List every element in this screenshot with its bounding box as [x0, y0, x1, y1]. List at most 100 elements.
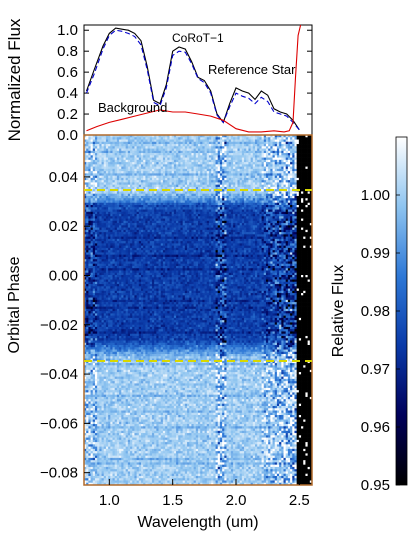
heatmap-cell	[116, 211, 120, 215]
heatmap-cell	[200, 229, 203, 233]
heatmap-cell	[99, 234, 102, 237]
heatmap-cell	[235, 214, 238, 217]
heatmap-cell	[105, 189, 109, 192]
heatmap-cell	[119, 236, 122, 240]
heatmap-cell	[211, 218, 214, 222]
heatmap-cell	[241, 202, 245, 206]
heatmap-cell	[276, 200, 280, 204]
heatmap-cell	[145, 198, 148, 201]
heatmap-cell	[180, 193, 183, 197]
heatmap-cell	[147, 180, 151, 183]
heatmap-cell	[86, 171, 89, 174]
heatmap-cell	[92, 211, 96, 215]
heatmap-cell	[235, 193, 238, 197]
heatmap-cell	[145, 137, 148, 140]
heatmap-cell	[151, 234, 155, 237]
heatmap-cell	[114, 211, 118, 215]
heatmap-cell	[92, 227, 96, 231]
heatmap-cell	[250, 229, 254, 233]
heatmap-cell	[195, 150, 199, 154]
heatmap-cell	[127, 164, 131, 167]
heatmap-cell	[233, 146, 236, 149]
heatmap-cell	[261, 186, 265, 190]
heatmap-cell	[250, 198, 254, 201]
heatmap-cell	[88, 236, 91, 240]
heatmap-cell	[241, 164, 245, 167]
heatmap-cell	[138, 209, 142, 213]
heatmap-cell	[230, 162, 234, 165]
heatmap-cell	[88, 141, 91, 145]
heatmap-cell	[255, 209, 258, 213]
heatmap-cell	[257, 191, 260, 195]
heatmap-cell	[246, 209, 249, 213]
heatmap-cell	[279, 157, 282, 161]
heatmap-cell	[250, 137, 254, 140]
heatmap-cell	[235, 211, 238, 215]
heatmap-cell	[290, 157, 293, 161]
heatmap-cell	[191, 184, 194, 188]
heatmap-cell	[208, 173, 212, 176]
heatmap-cell	[301, 191, 304, 195]
heatmap-cell	[169, 218, 173, 222]
heatmap-cell	[283, 155, 287, 158]
heatmap-cell	[162, 180, 166, 183]
heatmap-cell	[101, 223, 105, 226]
heatmap-cell	[255, 180, 258, 183]
heatmap-cell	[296, 191, 300, 195]
heatmap-cell	[94, 168, 98, 172]
heatmap-cell	[189, 195, 192, 199]
heatmap-cell	[303, 159, 306, 163]
heatmap-cell	[105, 216, 109, 219]
heatmap-cell	[147, 234, 151, 237]
heatmap-cell	[99, 200, 102, 204]
heatmap-cell	[127, 232, 131, 235]
heatmap-cell	[235, 207, 238, 210]
heatmap-cell	[226, 173, 230, 176]
heatmap-cell	[290, 175, 293, 179]
heatmap-cell	[296, 216, 300, 219]
heatmap-cell	[176, 202, 179, 206]
heatmap-cell	[237, 214, 240, 217]
heatmap-cell	[294, 168, 297, 172]
heatmap-cell	[283, 214, 287, 217]
heatmap-cell	[215, 191, 219, 195]
heatmap-cell	[165, 216, 168, 219]
heatmap-cell	[169, 207, 173, 210]
heatmap-cell	[187, 218, 190, 222]
heatmap-cell	[219, 220, 223, 224]
heatmap-cell	[283, 146, 287, 149]
heatmap-cell	[138, 238, 142, 242]
heatmap-cell	[244, 223, 247, 226]
heatmap-cell	[244, 220, 247, 224]
heatmap-cell	[123, 157, 126, 161]
heatmap-cell	[162, 207, 166, 210]
heatmap-cell	[230, 236, 234, 240]
heatmap-cell	[226, 236, 230, 240]
heatmap-cell	[217, 171, 221, 174]
heatmap-cell	[235, 218, 238, 222]
heatmap-cell	[198, 205, 201, 208]
heatmap-cell	[187, 216, 190, 219]
heatmap-cell	[101, 200, 105, 204]
heatmap-cell	[298, 153, 302, 156]
heatmap-cell	[112, 157, 116, 161]
heatmap-cell	[211, 168, 214, 172]
heatmap-cell	[268, 175, 271, 179]
heatmap-cell	[198, 155, 201, 158]
label-corot: CoRoT−1	[172, 31, 224, 45]
heatmap-cell	[274, 202, 278, 206]
heatmap-cell	[103, 164, 107, 167]
heatmap-cell	[276, 207, 280, 210]
heatmap-cell	[204, 218, 208, 222]
heatmap-cell	[110, 173, 113, 176]
heatmap-cell	[305, 227, 308, 231]
heatmap-cell	[292, 144, 295, 147]
heatmap-cell	[230, 238, 234, 242]
heatmap-cell	[237, 234, 240, 237]
heatmap-cell	[99, 155, 102, 158]
heatmap-cell	[279, 207, 282, 210]
heatmap-cell	[268, 229, 271, 233]
heatmap-cell	[125, 166, 129, 170]
heatmap-cell	[279, 223, 282, 226]
heatmap-cell	[290, 173, 293, 176]
